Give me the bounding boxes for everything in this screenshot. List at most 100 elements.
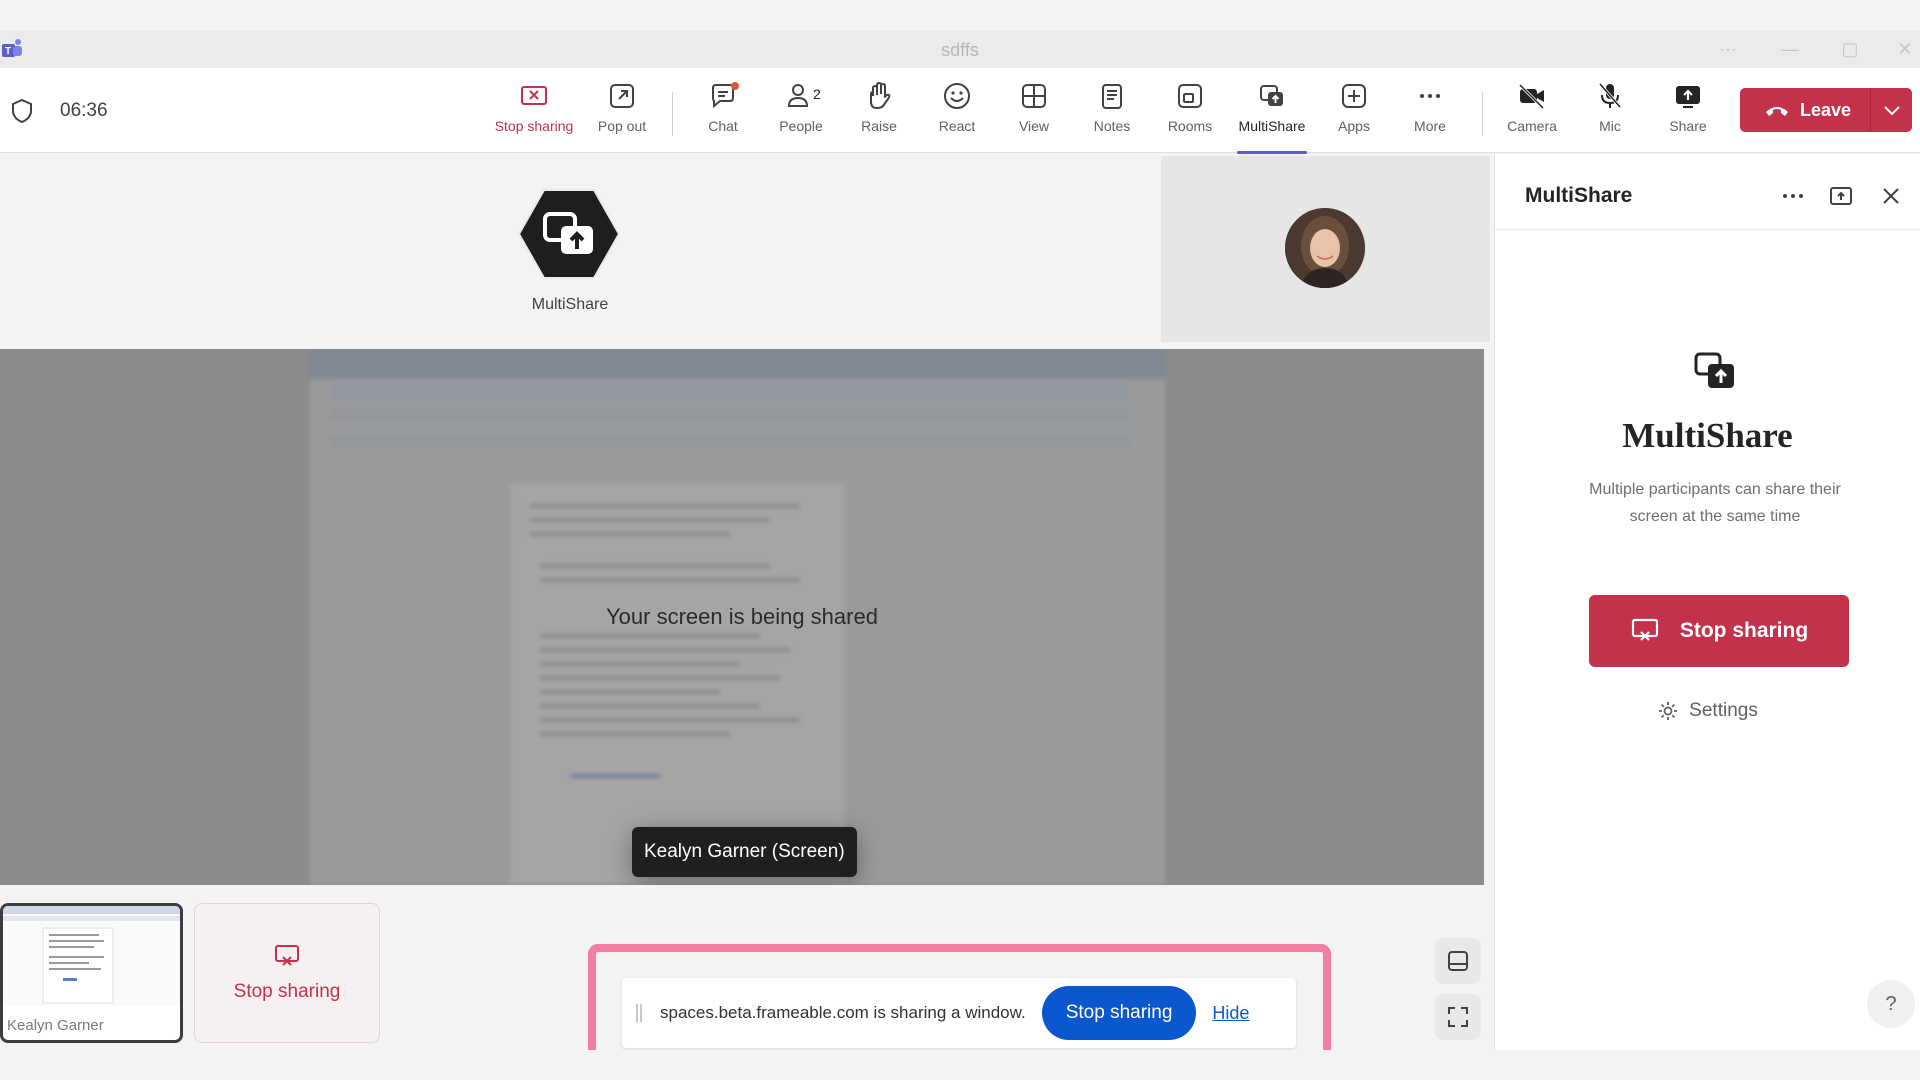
meeting-timer: 06:36 xyxy=(60,100,108,121)
hand-icon xyxy=(870,82,891,109)
stop-share-icon xyxy=(1631,618,1658,641)
hang-up-icon xyxy=(1766,107,1788,116)
mic-label: Mic xyxy=(1599,118,1621,134)
layout-icon xyxy=(1448,951,1468,971)
leave-main-button[interactable]: Leave xyxy=(1740,88,1870,132)
shared-screen-preview: Your screen is being shared Kealyn Garne… xyxy=(0,349,1484,885)
apps-button[interactable]: Apps xyxy=(1316,80,1392,146)
self-share-thumbnail[interactable]: Kealyn Garner xyxy=(0,903,183,1043)
multishare-tile-label: MultiShare xyxy=(531,296,609,313)
share-label: Share xyxy=(1669,118,1707,134)
toolbar-divider xyxy=(672,92,673,136)
panel-stop-sharing-button[interactable]: Stop sharing xyxy=(1589,595,1849,667)
screen-name-tag: Kealyn Garner (Screen) xyxy=(632,827,857,877)
panel-close-icon[interactable] xyxy=(1877,182,1905,210)
leave-options-button[interactable] xyxy=(1871,104,1912,116)
people-label: People xyxy=(779,118,823,134)
panel-title: MultiShare xyxy=(1525,184,1633,207)
panel-heading: MultiShare xyxy=(1622,416,1793,455)
share-button[interactable]: Share xyxy=(1650,80,1726,146)
panel-description: Multiple participants can share their sc… xyxy=(1589,481,1841,525)
camera-label: Camera xyxy=(1507,118,1557,134)
browser-share-bar: spaces.beta.frameable.com is sharing a w… xyxy=(622,978,1296,1048)
notes-label: Notes xyxy=(1093,118,1131,134)
more-label: More xyxy=(1414,118,1446,134)
drag-handle-icon[interactable] xyxy=(636,1004,642,1022)
view-button[interactable]: View xyxy=(996,80,1072,146)
window-close-icon[interactable]: ✕ xyxy=(1890,36,1920,62)
pop-out-button[interactable]: Pop out xyxy=(584,80,660,146)
pop-out-label: Pop out xyxy=(597,118,647,134)
chat-unread-dot xyxy=(731,82,739,90)
people-button[interactable]: 2 People xyxy=(763,80,839,146)
thumbnail-label: Kealyn Garner xyxy=(7,1017,104,1034)
stop-sharing-tile-label: Stop sharing xyxy=(233,981,341,1002)
participant-video-tile[interactable] xyxy=(1161,156,1490,342)
react-label: React xyxy=(938,118,976,134)
chevron-down-icon xyxy=(1883,106,1900,116)
camera-button[interactable]: Camera xyxy=(1494,80,1570,146)
leave-label: Leave xyxy=(1800,99,1852,120)
fullscreen-icon xyxy=(1448,1007,1468,1027)
raise-label: Raise xyxy=(861,118,897,134)
minimize-icon[interactable]: — xyxy=(1770,36,1810,62)
stop-sharing-label: Stop sharing xyxy=(494,118,574,134)
window-more-icon[interactable]: ··· xyxy=(1708,36,1748,62)
stop-sharing-button[interactable]: Stop sharing xyxy=(494,80,574,146)
panel-header: MultiShare xyxy=(1495,154,1920,230)
mic-off-icon xyxy=(1598,83,1622,108)
chat-button[interactable]: Chat xyxy=(685,80,761,146)
add-app-icon xyxy=(1342,84,1366,108)
raise-hand-button[interactable]: Raise xyxy=(841,80,917,146)
share-screen-icon xyxy=(1676,86,1700,108)
shield-icon xyxy=(12,98,32,124)
panel-settings-label: Settings xyxy=(1689,700,1758,721)
chat-label: Chat xyxy=(708,118,738,134)
share-bar-message: spaces.beta.frameable.com is sharing a w… xyxy=(660,1003,1026,1022)
rooms-button[interactable]: Rooms xyxy=(1152,80,1228,146)
help-button[interactable]: ? xyxy=(1867,980,1915,1028)
toolbar-divider xyxy=(1482,92,1483,136)
multishare-icon xyxy=(1694,352,1734,388)
share-bar-stop-button[interactable]: Stop sharing xyxy=(1041,986,1197,1040)
stage-top-row: MultiShare xyxy=(0,154,1490,349)
fullscreen-button[interactable] xyxy=(1435,994,1481,1040)
participant-avatar xyxy=(1285,208,1365,288)
smiley-icon xyxy=(944,83,970,109)
multishare-label: MultiShare xyxy=(1238,118,1306,134)
panel-more-icon[interactable] xyxy=(1779,182,1807,210)
stop-sharing-tile[interactable]: Stop sharing xyxy=(194,903,380,1043)
people-count: 2 xyxy=(813,86,821,102)
panel-settings-link[interactable]: Settings xyxy=(1495,700,1920,722)
view-label: View xyxy=(1018,118,1050,134)
mic-button[interactable]: Mic xyxy=(1572,80,1648,146)
multishare-icon xyxy=(1260,85,1283,106)
share-bar-hide-link[interactable]: Hide xyxy=(1212,1003,1249,1024)
gear-icon xyxy=(1659,702,1678,720)
apps-label: Apps xyxy=(1338,118,1370,134)
more-icon xyxy=(1420,94,1440,98)
screen-shared-message: Your screen is being shared xyxy=(606,604,878,629)
panel-pop-out-icon[interactable] xyxy=(1827,182,1855,210)
window-title: sdffs xyxy=(941,40,979,60)
leave-button[interactable]: Leave xyxy=(1740,88,1912,132)
panel-stop-sharing-label: Stop sharing xyxy=(1679,619,1809,642)
more-button[interactable]: More xyxy=(1392,80,1468,146)
stop-share-icon xyxy=(521,86,547,105)
rooms-label: Rooms xyxy=(1167,118,1213,134)
rooms-icon xyxy=(1178,84,1202,108)
multishare-button[interactable]: MultiShare xyxy=(1234,80,1310,154)
notes-button[interactable]: Notes xyxy=(1074,80,1150,146)
stop-share-icon xyxy=(275,945,299,966)
react-button[interactable]: React xyxy=(919,80,995,146)
multishare-panel: MultiShare MultiShare Multiple participa… xyxy=(1494,154,1920,1050)
camera-off-icon xyxy=(1518,83,1545,110)
layout-toggle-button[interactable] xyxy=(1435,938,1481,984)
notes-icon xyxy=(1102,84,1122,109)
grid-view-icon xyxy=(1022,84,1046,108)
window-titlebar: T sdffs ··· — ▢ ✕ xyxy=(0,30,1920,68)
thumbnail-preview xyxy=(3,906,180,1006)
multishare-app-tile-icon[interactable] xyxy=(516,184,622,284)
maximize-icon[interactable]: ▢ xyxy=(1830,36,1870,62)
pop-out-icon xyxy=(610,84,634,108)
